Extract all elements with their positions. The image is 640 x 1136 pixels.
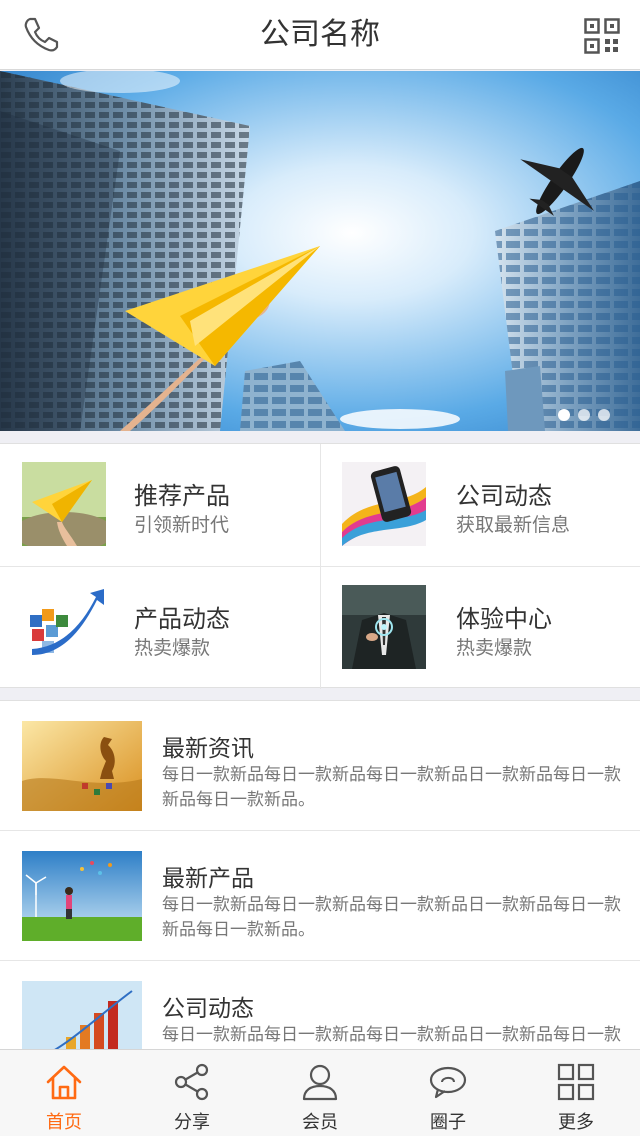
category-subtitle: 热卖爆款 xyxy=(134,637,211,659)
news-title: 最新资讯 xyxy=(162,736,254,762)
category-title: 推荐产品 xyxy=(134,482,230,510)
category-subtitle: 热卖爆款 xyxy=(456,637,533,659)
category-company-news[interactable]: 公司动态 获取最新信息 xyxy=(320,444,640,566)
page-title: 公司名称 xyxy=(260,17,380,52)
tab-share[interactable]: 分享 xyxy=(128,1050,256,1136)
category-subtitle: 获取最新信息 xyxy=(456,514,571,536)
category-title: 体验中心 xyxy=(456,605,552,633)
chat-icon xyxy=(428,1062,468,1102)
tab-label: 首页 xyxy=(46,1112,82,1133)
news-list: 最新资讯 每日一款新品每日一款新品每日一款新品日一款新品每日一款新品每日一款新品… xyxy=(0,700,640,1100)
tab-member[interactable]: 会员 xyxy=(256,1050,384,1136)
category-title: 产品动态 xyxy=(134,605,230,633)
category-experience-center[interactable]: 体验中心 热卖爆款 xyxy=(320,567,640,689)
user-icon xyxy=(300,1062,340,1102)
paper-plane-thumb xyxy=(22,462,106,546)
pagination-dot[interactable] xyxy=(558,409,570,421)
bottom-tab-bar: 首页 分享 会员 圈子 更多 xyxy=(0,1049,640,1136)
share-icon xyxy=(172,1062,212,1102)
category-recommended[interactable]: 推荐产品 引领新时代 xyxy=(0,444,320,566)
banner-image xyxy=(0,71,640,431)
top-header: 公司名称 xyxy=(0,0,640,70)
list-item[interactable]: 最新产品 每日一款新品每日一款新品每日一款新品日一款新品每日一款新品每日一款新品… xyxy=(0,831,640,961)
phone-color-thumb xyxy=(342,462,426,546)
news-title: 公司动态 xyxy=(162,996,254,1022)
hero-banner[interactable] xyxy=(0,71,640,431)
businessman-thumb xyxy=(342,585,426,669)
pagination-dot[interactable] xyxy=(578,409,590,421)
tab-circle[interactable]: 圈子 xyxy=(384,1050,512,1136)
pagination-dot[interactable] xyxy=(598,409,610,421)
tab-label: 分享 xyxy=(174,1112,210,1133)
tab-label: 更多 xyxy=(558,1112,594,1133)
news-description: 每日一款新品每日一款新品每日一款新品日一款新品每日一款新品每日一款新品。 xyxy=(162,765,621,810)
banner-pagination xyxy=(558,409,610,421)
category-product-news[interactable]: 产品动态 热卖爆款 xyxy=(0,567,320,689)
tab-label: 会员 xyxy=(302,1112,338,1133)
category-grid: 推荐产品 引领新时代 公司动态 获取最新信息 产品动态 热卖爆款 体验中心 热卖… xyxy=(0,443,640,689)
chess-map-thumb xyxy=(22,721,142,811)
tab-home[interactable]: 首页 xyxy=(0,1050,128,1136)
app-page: 公司名称 推荐产品 引领新时代 公司动态 获取最新信息 产品动态 热卖爆款 体验… xyxy=(0,0,640,1136)
qr-code-icon[interactable] xyxy=(584,18,620,54)
grid-icon xyxy=(556,1062,596,1102)
tab-label: 圈子 xyxy=(430,1112,466,1133)
cubes-arrow-thumb xyxy=(22,585,106,669)
list-item[interactable]: 最新资讯 每日一款新品每日一款新品每日一款新品日一款新品每日一款新品每日一款新品… xyxy=(0,701,640,831)
news-title: 最新产品 xyxy=(162,866,254,892)
category-title: 公司动态 xyxy=(456,482,552,510)
kite-field-thumb xyxy=(22,851,142,941)
news-description: 每日一款新品每日一款新品每日一款新品日一款新品每日一款新品每日一款新品。 xyxy=(162,895,621,940)
category-subtitle: 引领新时代 xyxy=(134,514,230,536)
tab-more[interactable]: 更多 xyxy=(512,1050,640,1136)
home-icon xyxy=(44,1062,84,1102)
